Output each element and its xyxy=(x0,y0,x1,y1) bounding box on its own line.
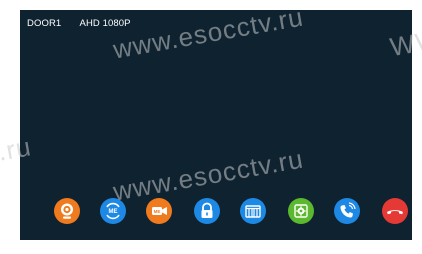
gate-button[interactable] xyxy=(240,198,266,224)
status-bar: DOOR1 AHD 1080P xyxy=(27,18,147,29)
unlock-button[interactable] xyxy=(194,198,220,224)
video-memory-icon: ME xyxy=(146,198,172,224)
settings-button[interactable] xyxy=(288,198,314,224)
svg-text:ME: ME xyxy=(109,209,118,215)
door-label: DOOR1 xyxy=(27,18,62,29)
photo-memory-icon: ME xyxy=(100,198,126,224)
monitor-screen: DOOR1 AHD 1080P ME ME xyxy=(20,10,412,240)
control-dock: ME ME xyxy=(54,198,410,228)
intercom-call-icon xyxy=(334,198,360,224)
intercom-call-button[interactable] xyxy=(334,198,360,224)
camera-icon xyxy=(54,198,80,224)
svg-text:ME: ME xyxy=(154,209,161,214)
camera-button[interactable] xyxy=(54,198,80,224)
resolution-label: AHD 1080P xyxy=(79,18,131,29)
gate-icon xyxy=(240,198,266,224)
settings-icon xyxy=(288,198,314,224)
video-memory-button[interactable]: ME xyxy=(146,198,172,224)
photo-memory-button[interactable]: ME xyxy=(100,198,126,224)
hang-up-icon xyxy=(382,198,408,224)
hang-up-button[interactable] xyxy=(382,198,408,224)
unlock-icon xyxy=(194,198,220,224)
